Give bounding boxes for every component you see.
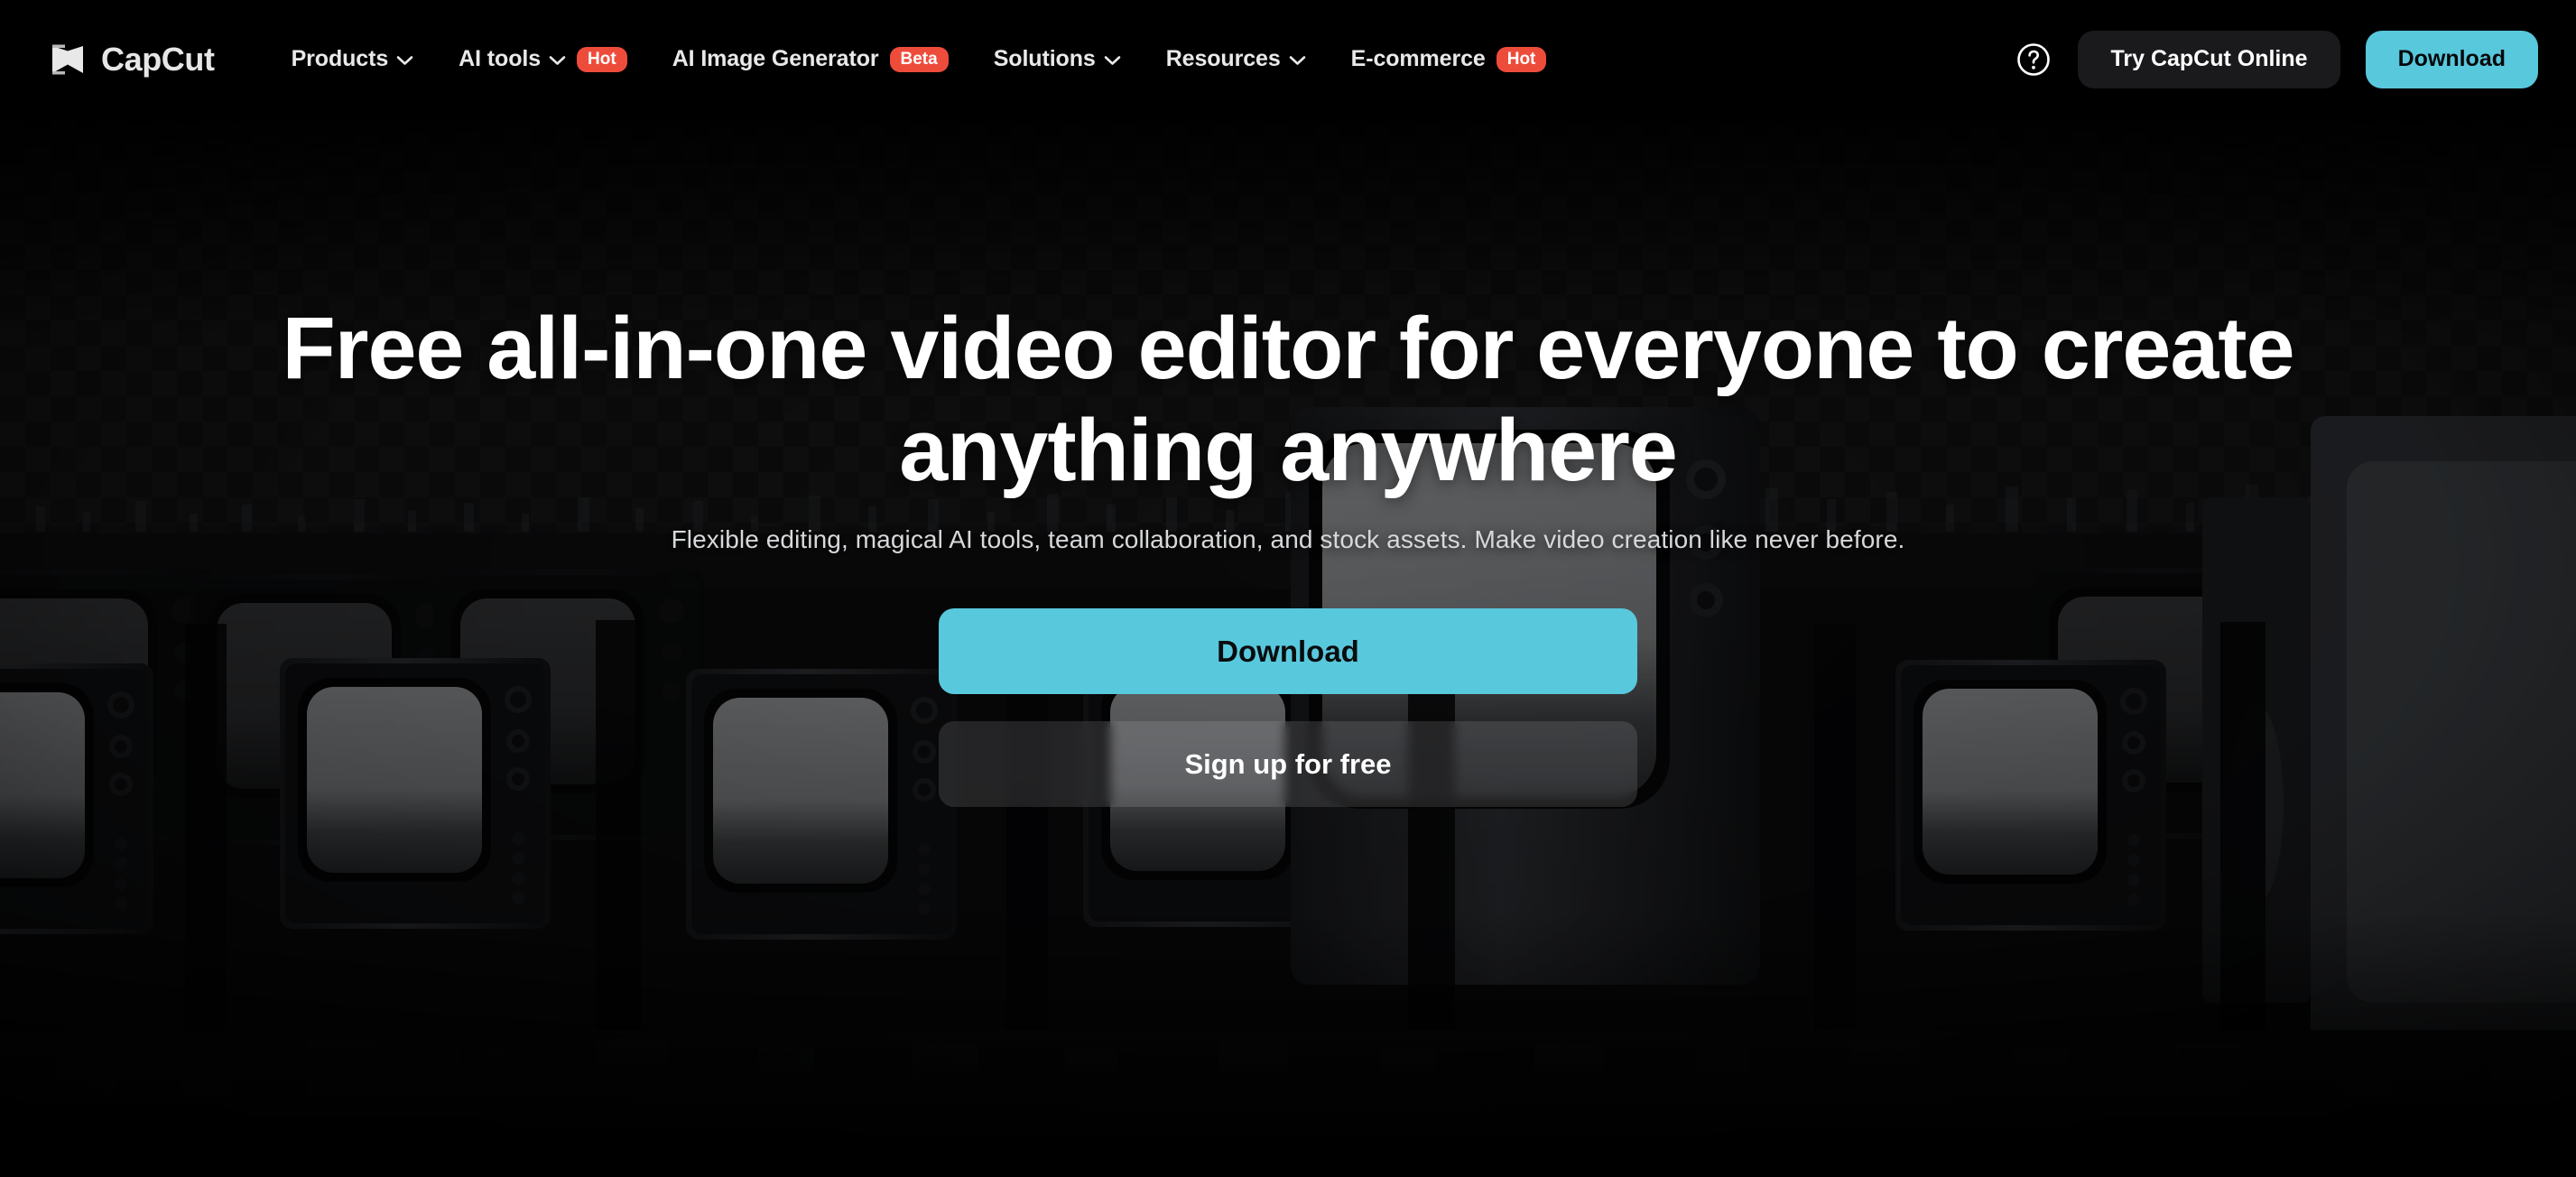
top-navigation-bar: CapCut Products AI tools Hot AI Image Ge… <box>0 0 2576 118</box>
try-capcut-online-button[interactable]: Try CapCut Online <box>2078 30 2340 88</box>
nav-item-ai-tools-label: AI tools <box>459 46 542 71</box>
hero-subheadline: Flexible editing, magical AI tools, team… <box>671 525 1905 554</box>
nav-item-products-label: Products <box>291 46 389 71</box>
nav-item-solutions-label: Solutions <box>993 46 1096 71</box>
hero-content: Free all-in-one video editor for everyon… <box>0 118 2576 1177</box>
nav-menu: Products AI tools Hot AI Image Generator… <box>269 0 1570 118</box>
question-circle-icon[interactable] <box>2015 41 2052 79</box>
nav-badge-beta: Beta <box>889 46 949 72</box>
chevron-down-icon <box>396 54 413 65</box>
nav-item-resources[interactable]: Resources <box>1144 0 1329 118</box>
chevron-down-icon <box>549 54 566 65</box>
hero-download-button[interactable]: Download <box>939 608 1637 695</box>
nav-item-e-commerce-label: E-commerce <box>1350 46 1486 71</box>
nav-item-ai-image-generator[interactable]: AI Image Generator Beta <box>650 0 971 118</box>
nav-badge-hot: Hot <box>1496 46 1547 72</box>
chevron-down-icon <box>1104 54 1121 65</box>
nav-item-products[interactable]: Products <box>269 0 437 118</box>
nav-download-button[interactable]: Download <box>2365 30 2538 88</box>
capcut-brand-name: CapCut <box>101 40 215 78</box>
hero-sign-up-button[interactable]: Sign up for free <box>939 721 1637 808</box>
hero-headline: Free all-in-one video editor for everyon… <box>282 299 2294 499</box>
nav-right-group: Try CapCut Online Download <box>2015 30 2538 88</box>
capcut-landing-page: CapCut Products AI tools Hot AI Image Ge… <box>0 0 2576 1177</box>
nav-item-resources-label: Resources <box>1165 46 1281 71</box>
capcut-hourglass-logo-icon <box>47 39 88 80</box>
hero-cta-group: Download Sign up for free <box>939 608 1637 808</box>
nav-badge-hot: Hot <box>577 46 627 72</box>
nav-item-ai-tools[interactable]: AI tools Hot <box>436 0 650 118</box>
chevron-down-icon <box>1289 54 1306 65</box>
nav-left-group: CapCut Products AI tools Hot AI Image Ge… <box>0 0 1569 118</box>
hero-section: Free all-in-one video editor for everyon… <box>0 118 2576 1177</box>
nav-item-solutions[interactable]: Solutions <box>971 0 1144 118</box>
nav-item-ai-image-generator-label: AI Image Generator <box>672 46 879 71</box>
nav-item-e-commerce[interactable]: E-commerce Hot <box>1329 0 1570 118</box>
capcut-brand-logo-link[interactable]: CapCut <box>47 39 215 80</box>
